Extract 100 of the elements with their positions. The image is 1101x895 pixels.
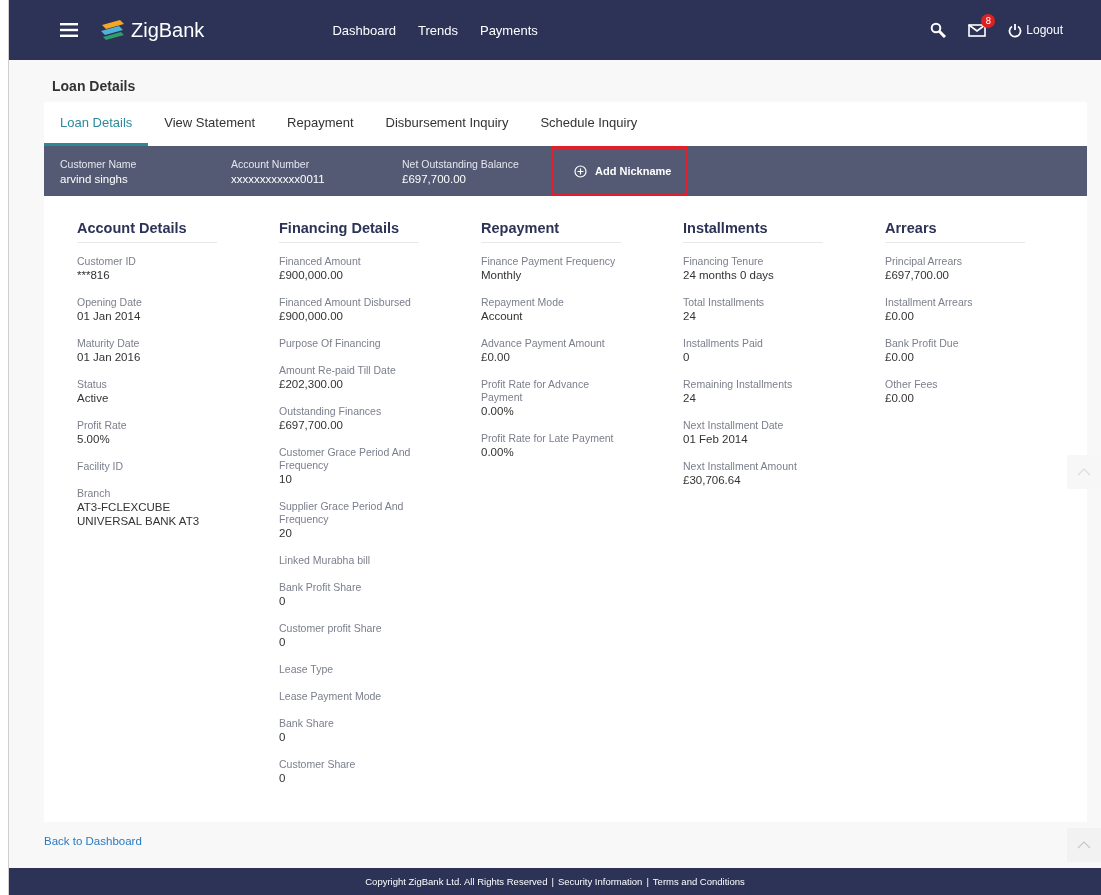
footer-link[interactable]: Terms and Conditions bbox=[652, 876, 745, 887]
field-label: Profit Rate for Late Payment bbox=[481, 432, 615, 445]
field-label: Profit Rate for Advance Payment bbox=[481, 378, 590, 404]
section-heading: Repayment bbox=[481, 220, 621, 243]
field-label: Amount Re-paid Till Date bbox=[279, 364, 397, 377]
field-value: 0 bbox=[683, 350, 691, 364]
field-value: 0 bbox=[279, 771, 287, 785]
field-label: Financed Amount bbox=[279, 255, 362, 268]
field-value: Account bbox=[481, 309, 524, 323]
field-value: £697,700.00 bbox=[885, 268, 950, 282]
section-heading: Account Details bbox=[77, 220, 217, 243]
page-title: Loan Details bbox=[52, 78, 137, 94]
field-label: Other Fees bbox=[885, 378, 939, 391]
field-label: Total Installments bbox=[683, 296, 766, 309]
field-label: Customer profit Share bbox=[279, 622, 383, 635]
field-value: £900,000.00 bbox=[279, 268, 344, 282]
field-label: Bank Share bbox=[279, 717, 335, 730]
field-value: £900,000.00 bbox=[279, 309, 344, 323]
field-value: £0.00 bbox=[885, 309, 915, 323]
search-icon[interactable] bbox=[930, 22, 947, 38]
power-icon bbox=[1008, 22, 1023, 38]
field-label: Lease Payment Mode bbox=[279, 690, 383, 703]
menu-icon[interactable] bbox=[60, 23, 78, 37]
field-label: Outstanding Finances bbox=[279, 405, 383, 418]
logout-button[interactable]: Logout bbox=[1008, 22, 1063, 38]
field-value: 5.00% bbox=[77, 432, 111, 446]
summary-label: Net Outstanding Balance bbox=[402, 157, 520, 170]
field-value: 01 Feb 2014 bbox=[683, 432, 749, 446]
field-value: 0 bbox=[279, 730, 287, 744]
field-value: 0.00% bbox=[481, 404, 515, 418]
field-label: Next Installment Date bbox=[683, 419, 785, 432]
nav-link[interactable]: Payments bbox=[479, 22, 538, 38]
field-value: 20 bbox=[279, 526, 293, 540]
field-label: Financing Tenure bbox=[683, 255, 765, 268]
field-value: 0 bbox=[279, 635, 287, 649]
summary-value: xxxxxxxxxxxx0011 bbox=[231, 172, 326, 185]
logo-icon bbox=[100, 19, 126, 41]
field-value: £0.00 bbox=[885, 350, 915, 364]
field-label: Bank Profit Due bbox=[885, 337, 960, 350]
tab[interactable]: View Statement bbox=[148, 102, 272, 146]
field-value: 01 Jan 2016 bbox=[77, 350, 142, 364]
field-label: Maturity Date bbox=[77, 337, 141, 350]
field-value: 0.00% bbox=[481, 445, 515, 459]
field-value: 10 bbox=[279, 472, 293, 486]
summary-value: £697,700.00 bbox=[402, 172, 467, 185]
field-label: Advance Payment Amount bbox=[481, 337, 606, 350]
tab[interactable]: Disbursement Inquiry bbox=[369, 102, 525, 146]
field-label: Opening Date bbox=[77, 296, 143, 309]
nav-link[interactable]: Trends bbox=[418, 22, 458, 38]
field-value: 01 Jan 2014 bbox=[77, 309, 142, 323]
summary-value: arvind singhs bbox=[60, 172, 129, 185]
field-label: Customer Share bbox=[279, 758, 357, 771]
field-value: Monthly bbox=[481, 268, 523, 282]
field-label: Installments Paid bbox=[683, 337, 764, 350]
plus-circle-icon bbox=[574, 164, 587, 178]
field-label: Next Installment Amount bbox=[683, 460, 798, 473]
field-value: £30,706.64 bbox=[683, 473, 742, 487]
field-label: Branch bbox=[77, 487, 112, 500]
field-label: Lease Type bbox=[279, 663, 335, 676]
summary-label: Customer Name bbox=[60, 157, 138, 170]
field-label: Principal Arrears bbox=[885, 255, 964, 268]
caret-icon bbox=[1077, 468, 1091, 476]
field-label: Profit Rate bbox=[77, 419, 128, 432]
field-label: Customer ID bbox=[77, 255, 137, 268]
caret-icon bbox=[1077, 841, 1091, 849]
add-nickname-button[interactable]: Add Nickname bbox=[551, 146, 689, 196]
field-label: Status bbox=[77, 378, 108, 391]
back-link[interactable]: Back to Dashboard bbox=[44, 835, 142, 847]
field-label: Bank Profit Share bbox=[279, 581, 363, 594]
field-value: 24 months 0 days bbox=[683, 268, 775, 282]
tab[interactable]: Schedule Inquiry bbox=[524, 102, 654, 146]
field-value: £697,700.00 bbox=[279, 418, 344, 432]
section-heading: Arrears bbox=[885, 220, 1025, 243]
copyright-text: Copyright ZigBank Ltd. All Rights Reserved bbox=[365, 876, 548, 887]
field-value: 0 bbox=[279, 594, 287, 608]
field-value: £0.00 bbox=[885, 391, 915, 405]
field-value: £0.00 bbox=[481, 350, 511, 364]
field-value: 24 bbox=[683, 309, 697, 323]
field-label: Facility ID bbox=[77, 460, 125, 473]
nav-link[interactable]: Dashboard bbox=[332, 22, 396, 38]
notification-badge: 8 bbox=[981, 13, 996, 28]
field-label: Financed Amount Disbursed bbox=[279, 296, 412, 309]
field-label: Supplier Grace Period And Frequency bbox=[279, 500, 405, 526]
field-label: Purpose Of Financing bbox=[279, 337, 382, 350]
brand-name[interactable]: ZigBank bbox=[131, 18, 205, 42]
footer-link[interactable]: Security Information bbox=[557, 876, 643, 887]
field-label: Installment Arrears bbox=[885, 296, 974, 309]
separator-text: | bbox=[646, 876, 649, 887]
tab[interactable]: Repayment bbox=[271, 102, 370, 146]
field-value: Active bbox=[77, 391, 110, 405]
field-label: Customer Grace Period And Frequency bbox=[279, 446, 412, 472]
section-heading: Installments bbox=[683, 220, 823, 243]
summary-label: Account Number bbox=[231, 157, 311, 170]
field-label: Repayment Mode bbox=[481, 296, 565, 309]
field-value: £202,300.00 bbox=[279, 377, 344, 391]
field-value: AT3-FCLEXCUBE UNIVERSAL BANK AT3 bbox=[77, 500, 201, 528]
mail-icon[interactable] bbox=[968, 23, 987, 37]
field-value: ***816 bbox=[77, 268, 111, 282]
field-label: Remaining Installments bbox=[683, 378, 794, 391]
field-value: 24 bbox=[683, 391, 697, 405]
